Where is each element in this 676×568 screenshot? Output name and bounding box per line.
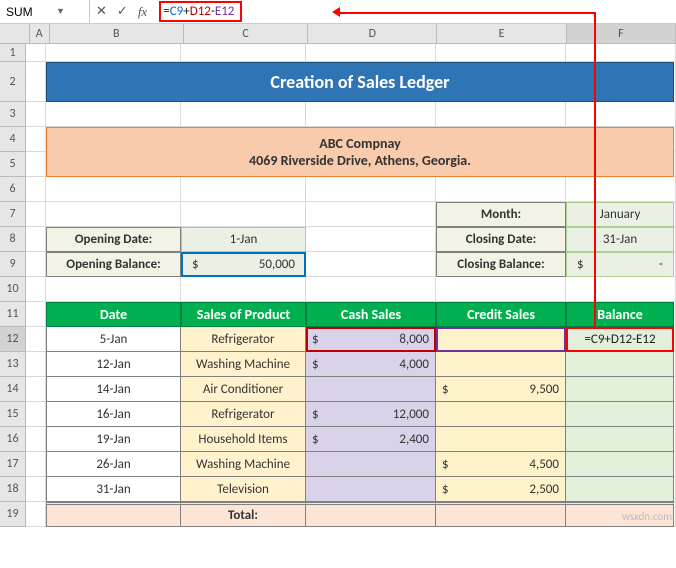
annotation-arrow — [340, 12, 595, 14]
cancel-icon[interactable]: ✕ — [96, 4, 107, 19]
row-header[interactable]: 12 — [0, 327, 26, 352]
col-header-d[interactable]: D — [308, 24, 437, 43]
th-balance: Balance — [566, 302, 674, 327]
worksheet[interactable]: Creation of Sales Ledger ABC Compnay 406… — [26, 44, 676, 527]
table-cell[interactable]: Washing Machine — [181, 352, 306, 377]
row-header[interactable]: 14 — [0, 377, 26, 402]
row-header[interactable]: 5 — [0, 152, 26, 177]
th-cash: Cash Sales — [306, 302, 436, 327]
row-header[interactable]: 1 — [0, 44, 26, 62]
row-header[interactable]: 3 — [0, 102, 26, 127]
row-header[interactable]: 13 — [0, 352, 26, 377]
closing-balance-value[interactable]: $- — [566, 252, 674, 277]
row-header[interactable]: 6 — [0, 177, 26, 202]
total-cell[interactable] — [306, 502, 436, 527]
table-cell[interactable] — [566, 377, 674, 402]
opening-date-label: Opening Date: — [46, 227, 181, 252]
opening-date-value[interactable]: 1-Jan — [181, 227, 306, 252]
table-cell[interactable]: Refrigerator — [181, 402, 306, 427]
total-cell[interactable] — [46, 502, 181, 527]
select-all-corner[interactable] — [0, 24, 30, 43]
table-cell[interactable] — [566, 427, 674, 452]
formula-text: =C9+D12-E12 — [159, 1, 242, 22]
col-header-c[interactable]: C — [184, 24, 308, 43]
formula-buttons: ✕ ✓ fx — [90, 4, 153, 20]
name-box-input[interactable] — [6, 5, 56, 19]
table-cell[interactable]: 14-Jan — [46, 377, 181, 402]
row-header[interactable]: 10 — [0, 277, 26, 302]
table-cell[interactable] — [306, 477, 436, 502]
table-cell[interactable]: 16-Jan — [46, 402, 181, 427]
row-header[interactable]: 15 — [0, 402, 26, 427]
table-cell[interactable]: 5-Jan — [46, 327, 181, 352]
column-headers: A B C D E F — [0, 24, 676, 44]
table-cell[interactable]: $4,500 — [436, 452, 566, 477]
table-cell[interactable] — [306, 452, 436, 477]
table-cell[interactable]: 31-Jan — [46, 477, 181, 502]
col-header-f[interactable]: F — [567, 24, 676, 43]
row-header[interactable]: 18 — [0, 477, 26, 502]
company-address: 4069 Riverside Drive, Athens, Georgia. — [249, 152, 471, 169]
table-cell[interactable] — [566, 402, 674, 427]
table-cell[interactable] — [566, 452, 674, 477]
th-date: Date — [46, 302, 181, 327]
table-cell[interactable]: $8,000 — [306, 327, 436, 352]
month-label: Month: — [436, 202, 566, 227]
table-cell[interactable] — [566, 352, 674, 377]
table-cell[interactable] — [306, 377, 436, 402]
table-cell[interactable]: Television — [181, 477, 306, 502]
table-cell[interactable]: $2,500 — [436, 477, 566, 502]
row-header[interactable]: 7 — [0, 202, 26, 227]
table-cell[interactable] — [436, 352, 566, 377]
confirm-icon[interactable]: ✓ — [117, 4, 128, 19]
name-box[interactable]: ▼ — [0, 0, 90, 23]
watermark: wsxdn.com — [622, 510, 672, 523]
col-header-e[interactable]: E — [437, 24, 566, 43]
fx-icon[interactable]: fx — [138, 4, 147, 20]
row-header[interactable]: 4 — [0, 127, 26, 152]
row-header[interactable]: 11 — [0, 302, 26, 327]
table-cell[interactable]: 26-Jan — [46, 452, 181, 477]
table-cell[interactable]: Air Conditioner — [181, 377, 306, 402]
table-cell[interactable]: Household Items — [181, 427, 306, 452]
table-cell[interactable]: $2,400 — [306, 427, 436, 452]
table-cell[interactable]: 19-Jan — [46, 427, 181, 452]
table-cell[interactable]: Washing Machine — [181, 452, 306, 477]
table-cell[interactable]: 12-Jan — [46, 352, 181, 377]
table-cell[interactable] — [436, 327, 566, 352]
total-label: Total: — [181, 502, 306, 527]
total-cell[interactable] — [436, 502, 566, 527]
table-cell[interactable] — [436, 402, 566, 427]
opening-balance-value[interactable]: $50,000 — [181, 252, 306, 277]
col-header-b[interactable]: B — [50, 24, 184, 43]
active-cell-f12[interactable]: =C9+D12-E12 — [566, 327, 674, 352]
table-cell[interactable]: $9,500 — [436, 377, 566, 402]
row-header[interactable]: 9 — [0, 252, 26, 277]
table-cell[interactable]: $4,000 — [306, 352, 436, 377]
company-info: ABC Compnay 4069 Riverside Drive, Athens… — [46, 127, 674, 177]
row-headers: 1 2 3 4 5 6 7 8 9 10 11 12 13 14 15 16 1… — [0, 44, 26, 527]
row-header[interactable]: 2 — [0, 62, 26, 102]
row-header[interactable]: 17 — [0, 452, 26, 477]
name-box-dropdown-icon[interactable]: ▼ — [56, 6, 65, 17]
row-header[interactable]: 16 — [0, 427, 26, 452]
th-credit: Credit Sales — [436, 302, 566, 327]
annotation-arrow — [594, 12, 596, 328]
ledger-title: Creation of Sales Ledger — [46, 62, 674, 102]
row-header[interactable]: 8 — [0, 227, 26, 252]
opening-balance-label: Opening Balance: — [46, 252, 181, 277]
col-header-a[interactable]: A — [30, 24, 50, 43]
closing-date-label: Closing Date: — [436, 227, 566, 252]
month-value[interactable]: January — [566, 202, 674, 227]
closing-date-value[interactable]: 31-Jan — [566, 227, 674, 252]
closing-balance-label: Closing Balance: — [436, 252, 566, 277]
table-cell[interactable]: Refrigerator — [181, 327, 306, 352]
th-product: Sales of Product — [181, 302, 306, 327]
company-name: ABC Compnay — [319, 135, 401, 152]
table-cell[interactable]: $12,000 — [306, 402, 436, 427]
table-cell[interactable] — [566, 477, 674, 502]
table-cell[interactable] — [436, 427, 566, 452]
annotation-arrow-head — [332, 7, 340, 17]
row-header[interactable]: 19 — [0, 502, 26, 527]
